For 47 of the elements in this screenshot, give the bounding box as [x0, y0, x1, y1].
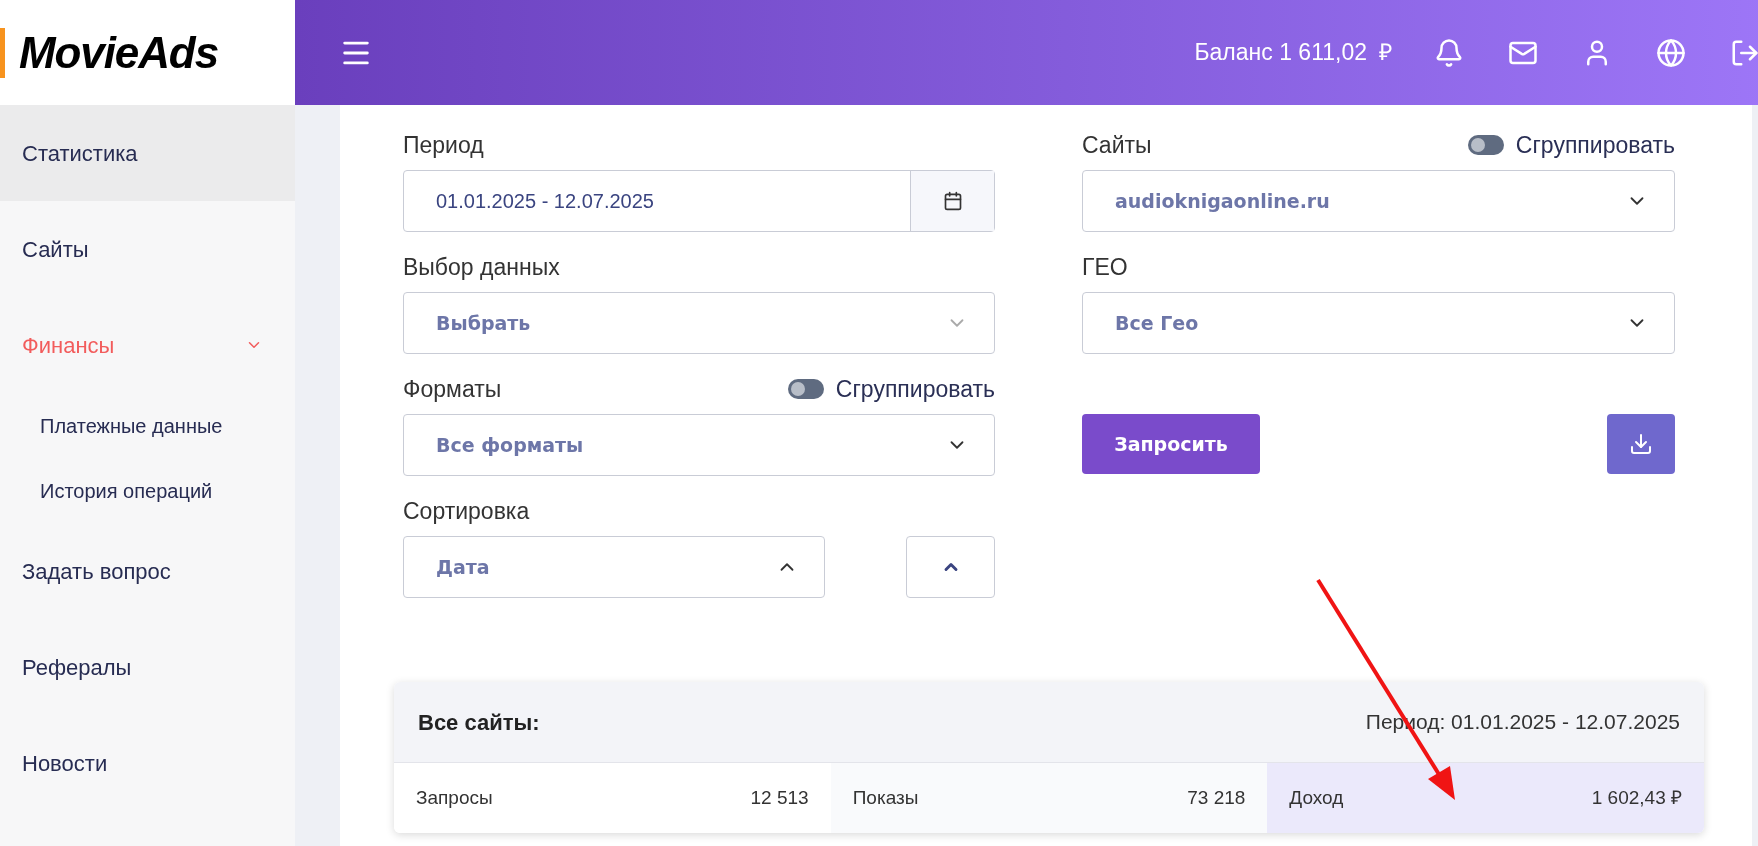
logo-mark [0, 27, 5, 78]
notifications-icon[interactable] [1434, 37, 1464, 68]
date-range-field[interactable]: 01.01.2025 - 12.07.2025 [403, 170, 995, 232]
field-label: Период [403, 130, 484, 160]
sidebar-subitem[interactable]: История операций [0, 458, 295, 523]
request-button[interactable]: Запросить [1082, 414, 1260, 474]
field-label: Выбор данных [403, 252, 560, 282]
sidebar-item[interactable]: Новости [0, 715, 295, 811]
select-field[interactable]: Все форматы [403, 414, 995, 476]
balance-text: Баланс 1 611,02 [1194, 38, 1367, 68]
download-button[interactable] [1607, 414, 1675, 474]
stat-label: Доход [1289, 785, 1344, 810]
sidebar-item[interactable]: Задать вопрос [0, 523, 295, 619]
select-value: Все форматы [436, 432, 584, 458]
stat-value: 12 513 [750, 785, 809, 810]
logo: MovieAds [19, 26, 219, 79]
sidebar-item[interactable]: Рефералы [0, 619, 295, 715]
globe-icon[interactable] [1656, 37, 1686, 68]
toggle-label: Сгруппировать [1515, 130, 1675, 160]
sidebar-item[interactable]: Сайты [0, 201, 295, 297]
select-value: Все Гео [1115, 310, 1199, 336]
stat-value: 73 218 [1187, 785, 1246, 810]
select-field[interactable]: Дата [403, 536, 825, 598]
sidebar-subitem[interactable]: Платежные данные [0, 393, 295, 458]
download-icon [1629, 432, 1653, 456]
toggle-switch[interactable] [1467, 135, 1504, 155]
field-label: Форматы [403, 374, 502, 404]
select-field[interactable]: Выбрать [403, 292, 995, 354]
select-field[interactable]: audioknigaonline.ru [1082, 170, 1675, 232]
select-placeholder: Выбрать [436, 310, 531, 336]
select-field[interactable]: Все Гео [1082, 292, 1675, 354]
field-label: Сортировка [403, 496, 530, 526]
field-label: Сайты [1082, 130, 1152, 160]
date-range-value: 01.01.2025 - 12.07.2025 [435, 189, 655, 214]
field-label: ГЕО [1082, 252, 1128, 282]
calendar-icon [942, 191, 963, 211]
stat-label: Запросы [416, 785, 493, 810]
toggle-switch[interactable] [787, 379, 824, 399]
stat-label: Показы [852, 785, 919, 810]
summary-title: Все сайты: [418, 708, 540, 737]
stat-value: 1 602,43 ₽ [1591, 785, 1682, 810]
currency-sign: ₽ [1379, 38, 1392, 68]
toggle-label: Сгруппировать [835, 374, 995, 404]
calendar-button[interactable] [910, 171, 994, 231]
sidebar-item[interactable]: Статистика [0, 105, 295, 201]
select-value: Дата [436, 554, 490, 580]
select-value: audioknigaonline.ru [1115, 188, 1330, 214]
